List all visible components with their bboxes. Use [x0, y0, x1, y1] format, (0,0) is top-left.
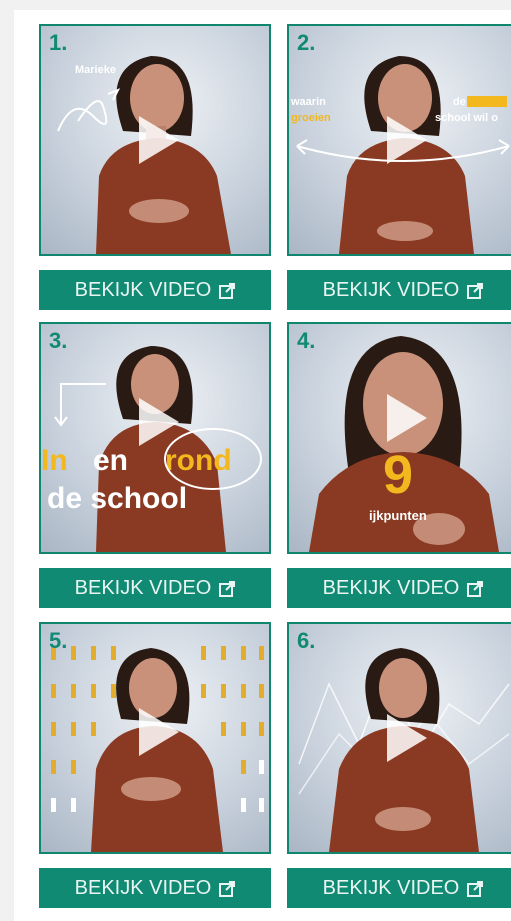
- button-label: BEKIJK VIDEO: [322, 576, 460, 599]
- video-card-4: 4. 9 ijkpunten BEKIJK VIDEO: [287, 322, 511, 608]
- overlay-caption: In: [41, 444, 68, 477]
- button-label: BEKIJK VIDEO: [74, 576, 212, 599]
- overlay-caption: groeien: [291, 112, 331, 124]
- button-label: BEKIJK VIDEO: [322, 278, 460, 301]
- play-icon[interactable]: [139, 708, 179, 756]
- overlay-caption: Marieke: [75, 64, 116, 76]
- overlay-caption: waarin: [291, 96, 326, 108]
- video-thumbnail-2[interactable]: 2. waarin groeien de school wil o: [287, 24, 511, 256]
- play-icon[interactable]: [387, 714, 427, 762]
- watch-video-button-4[interactable]: BEKIJK VIDEO: [287, 568, 511, 608]
- overlay-caption: en: [93, 444, 129, 477]
- watch-video-button-3[interactable]: BEKIJK VIDEO: [39, 568, 271, 608]
- external-link-icon: [219, 282, 236, 299]
- external-link-icon: [467, 282, 484, 299]
- external-link-icon: [467, 880, 484, 897]
- video-number: 5.: [49, 628, 68, 653]
- external-link-icon: [467, 580, 484, 597]
- video-card-5: 5. BEKIJK VIDEO: [39, 622, 271, 908]
- watch-video-button-6[interactable]: BEKIJK VIDEO: [287, 868, 511, 908]
- watch-video-button-1[interactable]: BEKIJK VIDEO: [39, 270, 271, 310]
- video-number: 2.: [297, 30, 316, 55]
- external-link-icon: [219, 580, 236, 597]
- loop-arrow-graphic: [57, 88, 121, 132]
- watch-video-button-5[interactable]: BEKIJK VIDEO: [39, 868, 271, 908]
- button-label: BEKIJK VIDEO: [74, 278, 212, 301]
- watch-video-button-2[interactable]: BEKIJK VIDEO: [287, 270, 511, 310]
- play-icon[interactable]: [387, 116, 427, 164]
- button-label: BEKIJK VIDEO: [322, 876, 460, 899]
- video-thumbnail-6[interactable]: 6.: [287, 622, 511, 854]
- video-number: 1.: [49, 30, 68, 55]
- video-number: 4.: [297, 328, 316, 353]
- video-card-2: 2. waarin groeien de school wil o BEKIJK…: [287, 24, 511, 310]
- external-link-icon: [219, 880, 236, 897]
- overlay-caption: ijkpunten: [369, 508, 427, 523]
- play-icon[interactable]: [139, 116, 179, 164]
- video-number: 3.: [49, 328, 68, 353]
- video-number: 6.: [297, 628, 316, 653]
- video-grid-panel: 1. Marieke BEKIJK VIDEO 2. waarin groeie…: [14, 10, 511, 921]
- overlay-caption: de: [453, 96, 466, 108]
- video-thumbnail-5[interactable]: 5.: [39, 622, 271, 854]
- video-card-3: 3. In en rond de school BEKIJK VIDEO: [39, 322, 271, 608]
- overlay-caption: 9: [383, 445, 414, 505]
- video-thumbnail-1[interactable]: 1. Marieke: [39, 24, 271, 256]
- overlay-caption: school wil o: [435, 112, 498, 124]
- button-label: BEKIJK VIDEO: [74, 876, 212, 899]
- video-thumbnail-3[interactable]: 3. In en rond de school: [39, 322, 271, 554]
- play-icon[interactable]: [139, 398, 179, 446]
- video-thumbnail-4[interactable]: 4. 9 ijkpunten: [287, 322, 511, 554]
- video-card-6: 6. BEKIJK VIDEO: [287, 622, 511, 908]
- video-card-1: 1. Marieke BEKIJK VIDEO: [39, 24, 271, 310]
- highlight-bar: [467, 96, 507, 107]
- play-icon[interactable]: [387, 394, 427, 442]
- arrow-graphic: [54, 383, 106, 427]
